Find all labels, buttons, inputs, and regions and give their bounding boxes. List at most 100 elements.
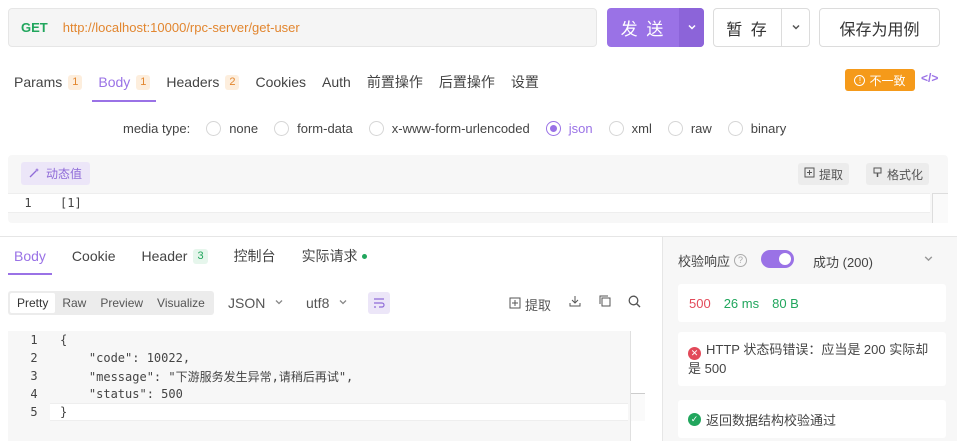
- editor-content[interactable]: [1]: [48, 196, 82, 210]
- editor-scrollbar[interactable]: [932, 193, 948, 223]
- radio-label: form-data: [297, 120, 353, 136]
- send-dropdown[interactable]: [679, 8, 704, 47]
- tab-auth[interactable]: Auth: [322, 62, 351, 102]
- radio-circle[interactable]: [206, 120, 222, 136]
- radio-xml[interactable]: xml: [608, 120, 652, 136]
- check-icon: ✓: [688, 412, 701, 426]
- tab-headers[interactable]: Headers 2: [166, 62, 240, 102]
- tab-console[interactable]: 控制台: [228, 237, 282, 275]
- tab-actual-request[interactable]: 实际请求: [296, 237, 373, 275]
- tab-pre-operations[interactable]: 前置操作: [367, 62, 423, 102]
- response-tabs: Body Cookie Header 3 控制台 实际请求: [8, 237, 387, 275]
- wrap-lines-icon[interactable]: [368, 292, 390, 314]
- line-number: 4: [30, 387, 38, 401]
- magic-wand-icon: [29, 167, 40, 181]
- mismatch-label: 不一致: [869, 73, 906, 88]
- radio-circle[interactable]: [274, 120, 290, 136]
- save-button-group[interactable]: 暂 存: [713, 8, 810, 47]
- tab-body[interactable]: Body 1: [92, 62, 157, 102]
- success-text: 返回数据结构校验通过: [706, 412, 837, 428]
- radio-circle[interactable]: [727, 120, 743, 136]
- download-icon[interactable]: [569, 295, 581, 307]
- media-type-row: media type: none form-data x-www-form-ur…: [123, 118, 786, 138]
- view-visualize[interactable]: Visualize: [150, 293, 212, 313]
- radio-raw[interactable]: raw: [667, 120, 712, 136]
- radio-circle[interactable]: [545, 120, 561, 136]
- format-value: JSON: [228, 295, 266, 311]
- extract-icon: [509, 297, 521, 312]
- extract-label: 提取: [525, 298, 552, 313]
- status-dot: [361, 253, 367, 259]
- tab-params[interactable]: Params 1: [14, 62, 83, 102]
- save-as-case-button[interactable]: 保存为用例: [819, 8, 940, 47]
- dynamic-value-button[interactable]: 动态值: [21, 162, 91, 185]
- validation-panel: 校验响应 ? 成功 (200) 500 26 ms 80 B ✕ HTTP 状态码…: [663, 237, 957, 441]
- count-badge: 1: [68, 74, 83, 90]
- encoding-select[interactable]: utf8: [306, 295, 348, 311]
- tab-label: Headers: [166, 74, 220, 90]
- url-bar[interactable]: GET http://localhost:10000/rpc-server/ge…: [8, 8, 597, 47]
- code-line: 3 "message": "下游服务发生异常,请稍后再试",: [8, 367, 645, 385]
- send-button[interactable]: 发 送: [607, 8, 679, 47]
- editor-line[interactable]: 1 [1]: [8, 193, 930, 213]
- radio-form-data[interactable]: form-data: [274, 120, 353, 136]
- code-line: 1 {: [8, 331, 645, 349]
- save-dropdown[interactable]: [782, 9, 809, 46]
- response-size: 80 B: [772, 295, 799, 311]
- tab-settings[interactable]: 设置: [511, 62, 539, 102]
- tab-label: 实际请求: [301, 248, 358, 264]
- url-input[interactable]: http://localhost:10000/rpc-server/get-us…: [63, 20, 300, 35]
- radio-none[interactable]: none: [206, 120, 259, 136]
- mismatch-badge[interactable]: ! 不一致: [845, 69, 915, 91]
- scrollbar-thumb[interactable]: [631, 393, 645, 421]
- response-body-viewer[interactable]: 1 { 2 "code": 10022, 3 "message": "下游服务发…: [8, 331, 645, 441]
- format-label: 格式化: [887, 167, 924, 182]
- error-text: HTTP 状态码错误：应当是 200 实际却是 500: [688, 342, 929, 376]
- radio-circle[interactable]: [608, 120, 624, 136]
- line-number: 1: [24, 196, 32, 210]
- radio-label: binary: [750, 120, 787, 136]
- copy-icon[interactable]: [599, 295, 611, 307]
- search-icon[interactable]: [628, 295, 641, 308]
- view-preview[interactable]: Preview: [93, 293, 150, 313]
- tab-cookies[interactable]: Cookies: [255, 62, 306, 102]
- format-button[interactable]: 格式化: [866, 163, 930, 185]
- help-icon[interactable]: ?: [734, 254, 748, 267]
- tab-label: Params: [14, 74, 63, 90]
- chevron-down-icon[interactable]: [923, 253, 934, 267]
- view-pretty[interactable]: Pretty: [10, 293, 56, 313]
- response-extract-button[interactable]: 提取: [509, 295, 551, 314]
- code-line: 2 "code": 10022,: [8, 349, 645, 367]
- radio-json[interactable]: json: [545, 120, 593, 136]
- tab-post-operations[interactable]: 后置操作: [439, 62, 495, 102]
- method-selector[interactable]: GET: [21, 20, 48, 35]
- status-error-message: ✕ HTTP 状态码错误：应当是 200 实际却是 500: [678, 332, 946, 386]
- send-button-group[interactable]: 发 送: [607, 8, 704, 47]
- count-badge: 1: [136, 74, 151, 90]
- encoding-value: utf8: [306, 295, 330, 311]
- code-view-icon[interactable]: </>: [921, 71, 938, 85]
- media-type-label: media type:: [123, 120, 191, 136]
- line-number: 5: [30, 405, 38, 419]
- tab-response-body[interactable]: Body: [8, 237, 52, 275]
- code-text: "message": "下游服务发生异常,请稍后再试",: [60, 369, 354, 384]
- save-button[interactable]: 暂 存: [714, 9, 782, 46]
- radio-binary[interactable]: binary: [727, 120, 787, 136]
- validate-toggle[interactable]: [761, 250, 794, 268]
- radio-urlencoded[interactable]: x-www-form-urlencoded: [368, 120, 530, 136]
- body-editor: 动态值 提取 格式化 1 [1]: [8, 155, 948, 223]
- tab-response-header[interactable]: Header 3: [136, 237, 214, 275]
- chevron-down-icon: [274, 297, 284, 310]
- extract-button[interactable]: 提取: [798, 163, 850, 185]
- validate-response-label: 校验响应 ?: [678, 251, 748, 270]
- radio-circle[interactable]: [368, 120, 384, 136]
- view-raw[interactable]: Raw: [55, 293, 93, 313]
- tab-response-cookie[interactable]: Cookie: [66, 237, 122, 275]
- response-scrollbar[interactable]: [630, 331, 645, 441]
- code-text: }: [60, 405, 68, 419]
- format-select[interactable]: JSON: [228, 295, 284, 311]
- radio-label: none: [229, 120, 259, 136]
- schema-success-message: ✓ 返回数据结构校验通过: [678, 400, 946, 438]
- radio-circle[interactable]: [667, 120, 683, 136]
- chevron-down-icon: [338, 297, 348, 310]
